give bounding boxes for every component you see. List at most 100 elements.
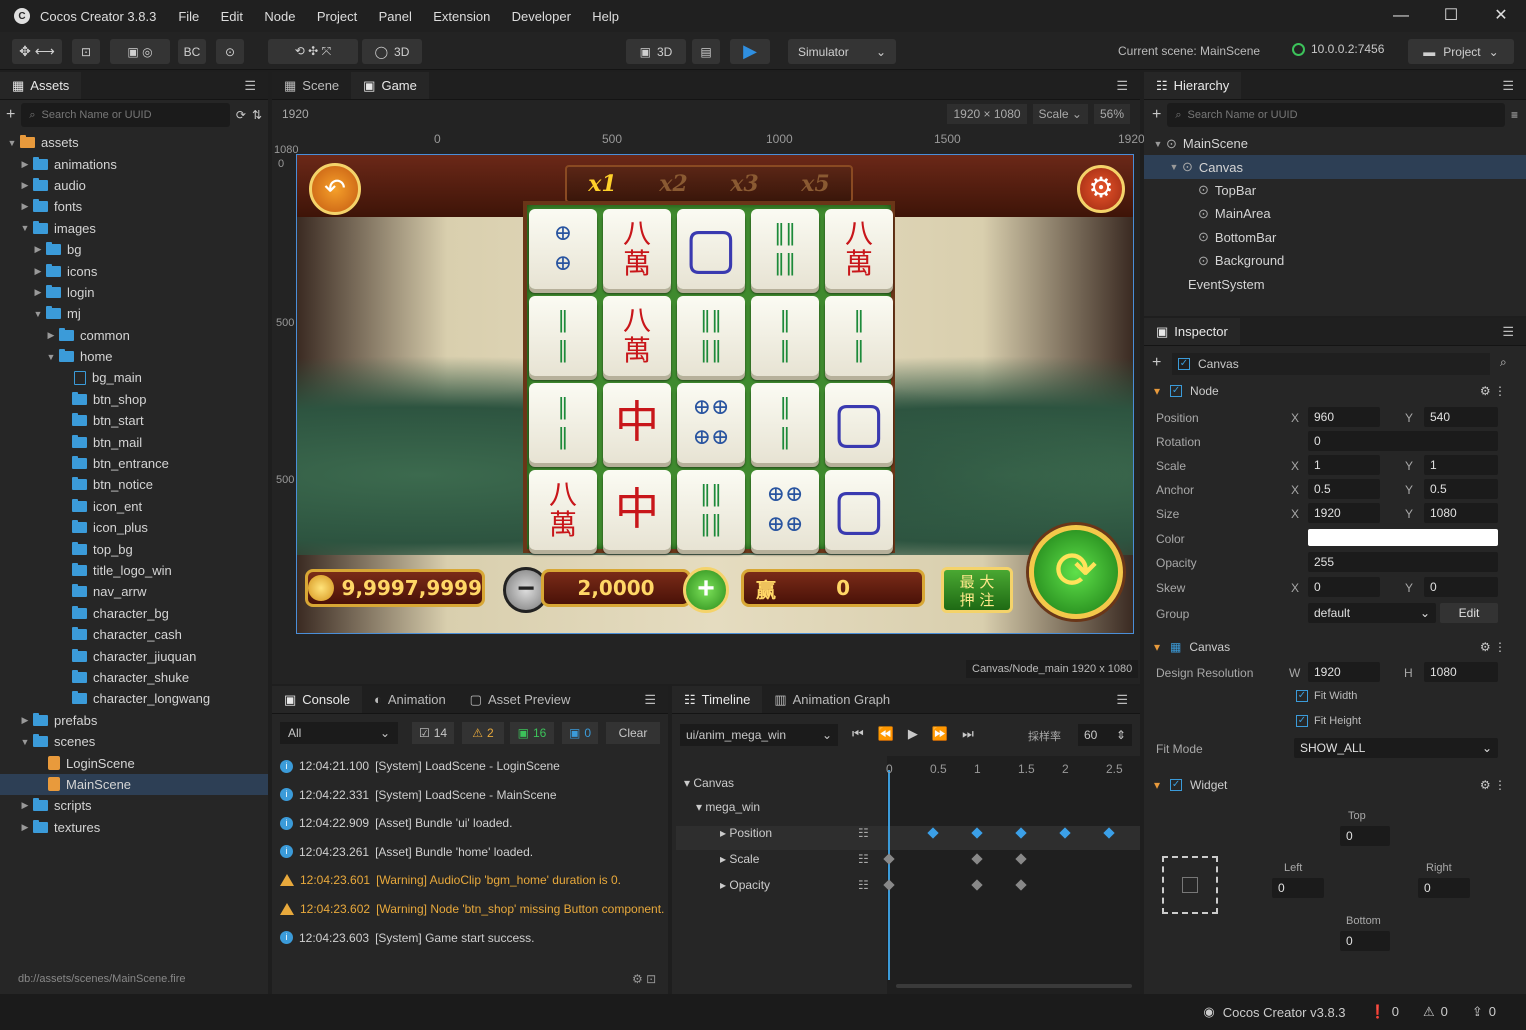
close-button[interactable]: ✕ — [1476, 0, 1526, 32]
track-menu-icon[interactable]: ☷ — [858, 878, 869, 892]
widget-right-input[interactable]: 0 — [1418, 878, 1470, 898]
expand-arrow-icon[interactable]: ▶ — [19, 822, 31, 833]
timeline-grid[interactable] — [887, 756, 1140, 994]
panel-menu-icon[interactable]: ☰ — [1104, 686, 1140, 713]
asset-item-textures[interactable]: ▶ textures — [0, 817, 268, 838]
mahjong-tile[interactable]: ▢ — [825, 383, 893, 463]
mahjong-tile[interactable]: ‖ ‖ — [825, 296, 893, 376]
rotation-input[interactable]: 0 — [1308, 431, 1498, 451]
component-settings-icon[interactable]: ⚙ ⋮ — [1480, 778, 1506, 792]
collapse-icon[interactable]: ≡ — [1511, 108, 1518, 122]
hierarchy-search-input[interactable]: ⌕ Search Name or UUID — [1167, 103, 1505, 127]
group-edit-button[interactable]: Edit — [1440, 603, 1498, 623]
expand-arrow-icon[interactable]: ▶ — [32, 287, 44, 298]
log-entry[interactable]: 12:04:23.601 [Warning] AudioClip 'bgm_hom… — [280, 870, 621, 890]
expand-arrow-icon[interactable]: ▼ — [19, 737, 31, 747]
expand-arrow-icon[interactable]: ▼ — [1168, 162, 1180, 172]
jump-end-icon[interactable]: ⏭ — [962, 726, 974, 742]
expand-arrow-icon[interactable]: ▶ — [19, 800, 31, 811]
asset-item-bg[interactable]: ▶ bg — [0, 239, 268, 260]
resolution-dropdown[interactable]: 1920 × 1080 — [947, 104, 1027, 124]
console-settings-icon[interactable]: ⚙ ⊡ — [632, 972, 656, 986]
timeline-scrollbar[interactable] — [896, 984, 1132, 988]
expand-arrow-icon[interactable]: ▶ — [19, 201, 31, 212]
warning-status[interactable]: ⚠ 0 — [1423, 1004, 1448, 1020]
node-name-field[interactable]: ✓ Canvas — [1172, 353, 1490, 375]
asset-item-title-logo-win[interactable]: title_logo_win — [0, 560, 268, 581]
asset-item-character-bg[interactable]: character_bg — [0, 603, 268, 624]
mahjong-tile[interactable]: ‖ ‖ — [751, 383, 819, 463]
jump-start-icon[interactable]: ⏮ — [852, 726, 864, 742]
update-status[interactable]: ⇪ 0 — [1472, 1004, 1496, 1020]
asset-item-assets[interactable]: ▼ assets — [0, 132, 268, 153]
expand-arrow-icon[interactable]: ▼ — [32, 309, 44, 319]
scale-x-input[interactable]: 1 — [1308, 455, 1380, 475]
tab-timeline[interactable]: ☷ Timeline — [672, 686, 763, 713]
node-item-background[interactable]: ⊙ Background — [1144, 249, 1526, 272]
asset-item-login[interactable]: ▶ login — [0, 282, 268, 303]
sort-icon[interactable]: ⇅ — [252, 108, 262, 122]
menu-extension[interactable]: Extension — [433, 9, 490, 24]
asset-item-icon-plus[interactable]: icon_plus — [0, 517, 268, 538]
asset-item-btn-entrance[interactable]: btn_entrance — [0, 453, 268, 474]
mahjong-tile[interactable]: ⊕ ⊕ — [529, 209, 597, 289]
play-button[interactable]: ▶ — [730, 39, 770, 64]
size-x-input[interactable]: 1920 — [1308, 503, 1380, 523]
mahjong-tile[interactable]: 八 萬 — [603, 296, 671, 376]
component-settings-icon[interactable]: ⚙ ⋮ — [1480, 384, 1506, 398]
gizmo-icon[interactable]: ⊙ — [216, 39, 244, 64]
expand-arrow-icon[interactable]: ▶ — [19, 159, 31, 170]
mahjong-tile[interactable]: 中 — [603, 470, 671, 550]
fit-height-checkbox[interactable]: ✓ Fit Height — [1296, 715, 1361, 727]
asset-item-bg-main[interactable]: bg_main — [0, 367, 268, 388]
preview-3d-toggle[interactable]: ▣ 3D — [626, 39, 686, 64]
error-count[interactable]: ▣ 0 — [562, 722, 598, 744]
expand-arrow-icon[interactable]: ▸ — [720, 852, 729, 866]
anchor-y-input[interactable]: 0.5 — [1424, 479, 1498, 499]
track-position[interactable]: ▸ Position — [720, 826, 772, 840]
panel-menu-icon[interactable]: ☰ — [1490, 72, 1526, 99]
asset-item-btn-notice[interactable]: btn_notice — [0, 474, 268, 495]
log-filter-dropdown[interactable]: All ⌄ — [280, 722, 398, 744]
scale-y-input[interactable]: 1 — [1424, 455, 1498, 475]
node-item-mainarea[interactable]: ⊙ MainArea — [1144, 202, 1526, 225]
node-section-header[interactable]: ▾ ✓ Node ⚙ ⋮ — [1146, 379, 1526, 403]
asset-item-icons[interactable]: ▶ icons — [0, 260, 268, 281]
fit-width-checkbox[interactable]: ✓ Fit Width — [1296, 690, 1357, 702]
track-mega-win[interactable]: ▾ mega_win — [696, 800, 760, 814]
expand-arrow-icon[interactable]: ▼ — [19, 223, 31, 233]
increase-bet-button[interactable]: + — [683, 567, 729, 613]
tab-hierarchy[interactable]: ☷ Hierarchy — [1144, 72, 1242, 99]
design-width-input[interactable]: 1920 — [1308, 662, 1380, 682]
mahjong-tile[interactable]: ‖‖ ‖‖ — [751, 209, 819, 289]
mahjong-tile[interactable]: 中 — [603, 383, 671, 463]
log-entry[interactable]: i 12:04:22.909 [Asset] Bundle 'ui' loaded. — [280, 813, 512, 833]
asset-item-home[interactable]: ▼ home — [0, 346, 268, 367]
asset-item-animations[interactable]: ▶ animations — [0, 153, 268, 174]
skew-x-input[interactable]: 0 — [1308, 577, 1380, 597]
expand-arrow-icon[interactable]: ▸ — [720, 826, 729, 840]
expand-arrow-icon[interactable]: ▶ — [32, 266, 44, 277]
node-item-canvas[interactable]: ▼ ⊙ Canvas — [1144, 155, 1526, 179]
group-dropdown[interactable]: default ⌄ — [1308, 603, 1436, 623]
gear-icon[interactable]: ⚙ — [1077, 165, 1125, 213]
log-entry[interactable]: i 12:04:22.331 [System] LoadScene - MainSc… — [280, 785, 557, 805]
position-y-input[interactable]: 540 — [1424, 407, 1498, 427]
expand-arrow-icon[interactable]: ▼ — [1152, 139, 1164, 149]
add-component-button[interactable]: + — [1152, 354, 1161, 372]
zoom-level[interactable]: 56% — [1093, 104, 1130, 124]
asset-item-top-bg[interactable]: top_bg — [0, 538, 268, 559]
widget-bottom-input[interactable]: 0 — [1340, 931, 1390, 951]
info-count[interactable]: ▣ 16 — [510, 722, 554, 744]
panel-menu-icon[interactable]: ☰ — [1490, 318, 1526, 345]
track-opacity[interactable]: ▸ Opacity — [720, 878, 770, 892]
project-dropdown[interactable]: ▬ Project ⌄ — [1408, 39, 1514, 64]
mahjong-tile[interactable]: ▢ — [825, 470, 893, 550]
log-entry[interactable]: 12:04:23.602 [Warning] Node 'btn_shop' mi… — [280, 899, 664, 919]
tab-game[interactable]: ▣ Game — [351, 72, 429, 99]
mahjong-tile[interactable]: ▢ — [677, 209, 745, 289]
fit-mode-dropdown[interactable]: SHOW_ALL ⌄ — [1294, 738, 1498, 758]
position-x-input[interactable]: 960 — [1308, 407, 1380, 427]
playhead[interactable] — [888, 770, 890, 980]
size-y-input[interactable]: 1080 — [1424, 503, 1498, 523]
